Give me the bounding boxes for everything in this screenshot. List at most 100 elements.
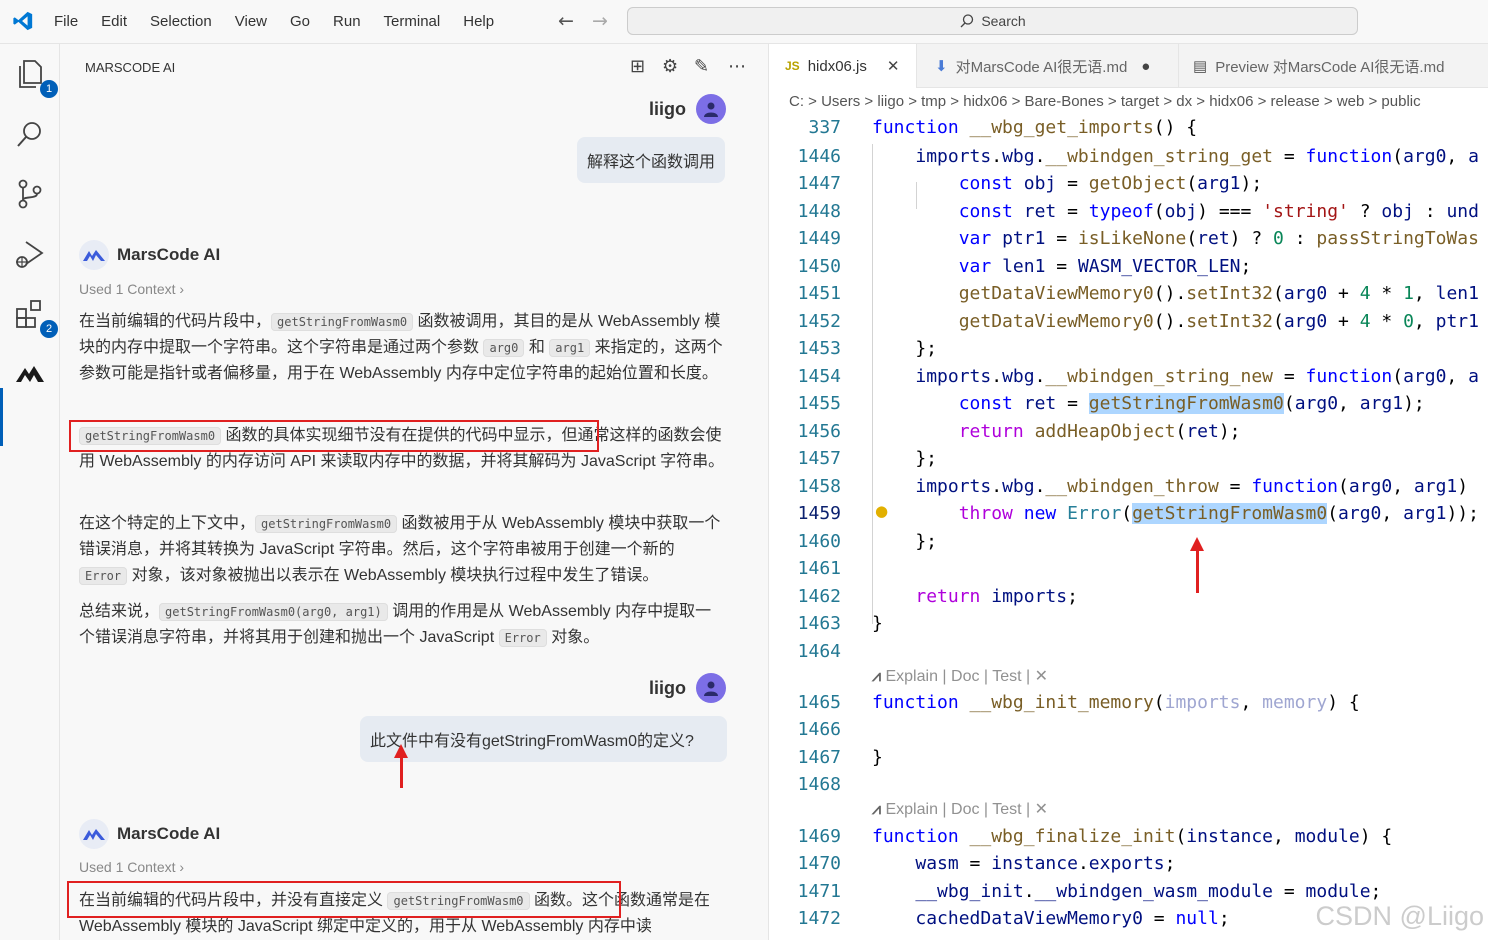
menu-bar: File Edit Selection View Go Run Terminal… bbox=[54, 13, 517, 30]
vscode-logo-icon[interactable] bbox=[12, 10, 34, 32]
code-line: 1470 wasm = instance.exports; bbox=[769, 850, 1488, 878]
code-line: 1449 var ptr1 = isLikeNone(ret) ? 0 : pa… bbox=[769, 225, 1488, 253]
inline-code: arg1 bbox=[549, 339, 591, 357]
code-line: 1447 const obj = getObject(arg1); bbox=[769, 170, 1488, 198]
highlight-box bbox=[67, 881, 621, 918]
tab-preview[interactable]: ▤ Preview 对MarsCode AI很无语.md bbox=[1179, 44, 1488, 88]
line-number: 1470 bbox=[797, 853, 841, 874]
panel-title: MARSCODE AI bbox=[85, 60, 176, 75]
person-icon bbox=[704, 681, 718, 696]
line-number: 1463 bbox=[797, 613, 841, 634]
extensions-badge: 2 bbox=[40, 320, 58, 338]
user-avatar bbox=[696, 94, 726, 124]
line-number: 1462 bbox=[797, 586, 841, 607]
text: 对象。 bbox=[551, 629, 600, 646]
menu-file[interactable]: File bbox=[54, 13, 78, 30]
line-number: 1458 bbox=[797, 476, 841, 497]
explorer-badge: 1 bbox=[40, 80, 58, 98]
line-number: 1461 bbox=[797, 558, 841, 579]
code-line: 1463} bbox=[769, 610, 1488, 638]
text: 在当前编辑的代码片段中， bbox=[79, 313, 272, 330]
code-line: 1469 function __wbg_finalize_init(instanc… bbox=[769, 823, 1488, 851]
menu-selection[interactable]: Selection bbox=[150, 13, 212, 30]
used-context-label: Used 1 Context bbox=[79, 859, 176, 875]
user-header: liigo bbox=[649, 94, 726, 124]
code-line: 1467} bbox=[769, 744, 1488, 772]
editor-tabs: JS hidx06.js ✕ ⬇ 对MarsCode AI很无语.md ● ▤ … bbox=[769, 44, 1488, 88]
line-number: 1454 bbox=[797, 366, 841, 387]
menu-view[interactable]: View bbox=[235, 13, 267, 30]
code-lens[interactable]: ⩘ Explain | Doc | Test | ✕ bbox=[872, 799, 1048, 819]
menu-go[interactable]: Go bbox=[290, 13, 310, 30]
ai-answer-paragraph: 在当前编辑的代码片段中， getStringFromWasm0 函数被调用，其目的… bbox=[79, 309, 727, 387]
search-icon bbox=[17, 122, 41, 147]
code-line: 1453 }; bbox=[769, 335, 1488, 363]
lightbulb-icon[interactable]: ● bbox=[875, 502, 888, 520]
ai-name: MarsCode AI bbox=[117, 245, 221, 264]
ai-answer-paragraph: 总结来说， getStringFromWasm0(arg0, arg1) 调用的作… bbox=[79, 599, 727, 651]
inline-code: getStringFromWasm0(arg0, arg1) bbox=[159, 603, 388, 621]
line-number: 1452 bbox=[797, 311, 841, 332]
tab-label: hidx06.js bbox=[807, 57, 867, 75]
code-line: 1448 const ret = typeof(obj) === 'string… bbox=[769, 198, 1488, 226]
code-line: 1466 bbox=[769, 716, 1488, 744]
line-number: 1472 bbox=[797, 908, 841, 929]
ai-name: MarsCode AI bbox=[117, 824, 221, 843]
marscode-icon: ⩘ bbox=[872, 801, 882, 818]
user-header: liigo bbox=[649, 673, 726, 703]
line-number: 1459 bbox=[797, 503, 841, 524]
ai-answer-paragraph: 在这个特定的上下文中， getStringFromWasm0 函数被用于从 Web… bbox=[79, 511, 727, 589]
more-icon[interactable]: ⋯ bbox=[728, 56, 746, 77]
search-view-button[interactable] bbox=[12, 116, 48, 152]
close-icon[interactable]: ✕ bbox=[887, 57, 900, 75]
code-lens[interactable]: ⩘ Explain | Doc | Test | ✕ bbox=[872, 666, 1048, 686]
code-line: 1457 }; bbox=[769, 445, 1488, 473]
line-number: 1455 bbox=[797, 393, 841, 414]
code-line: 1468 bbox=[769, 771, 1488, 799]
person-icon bbox=[704, 102, 718, 117]
preview-icon: ▤ bbox=[1193, 58, 1208, 75]
code-line: 337 function __wbg_get_imports() { bbox=[769, 114, 1488, 142]
tab-markdown[interactable]: ⬇ 对MarsCode AI很无语.md ● bbox=[917, 44, 1179, 88]
highlight-box bbox=[69, 420, 599, 452]
line-number: 1467 bbox=[797, 747, 841, 768]
unsaved-dot-icon[interactable]: ● bbox=[1141, 58, 1150, 75]
tab-hidx06-js[interactable]: JS hidx06.js ✕ bbox=[769, 44, 917, 88]
gear-icon[interactable]: ⚙ bbox=[662, 56, 678, 77]
code-lens-label: Explain | Doc | Test | ✕ bbox=[885, 801, 1049, 818]
menu-help[interactable]: Help bbox=[463, 13, 494, 30]
marscode-icon bbox=[16, 366, 44, 382]
code-line: 1460 }; bbox=[769, 528, 1488, 556]
text: 总结来说， bbox=[79, 603, 160, 620]
menu-run[interactable]: Run bbox=[333, 13, 361, 30]
marscode-logo-icon bbox=[79, 819, 109, 849]
inline-code: arg0 bbox=[483, 339, 525, 357]
code-line: 1456 return addHeapObject(ret); bbox=[769, 418, 1488, 446]
menu-terminal[interactable]: Terminal bbox=[384, 13, 441, 30]
code-line: 1464 bbox=[769, 638, 1488, 666]
source-control-button[interactable] bbox=[12, 176, 48, 212]
run-debug-button[interactable] bbox=[12, 236, 48, 272]
marscode-button[interactable] bbox=[12, 356, 48, 392]
back-arrow-icon[interactable]: ← bbox=[558, 10, 574, 32]
ai-header: MarsCode AI bbox=[79, 819, 220, 849]
command-center-search[interactable]: Search bbox=[627, 7, 1358, 35]
user-message: 解释这个函数调用 bbox=[577, 137, 726, 183]
marscode-chat-panel: MARSCODE AI ⊞ ⚙ ✎ ⋯ liigo 解释这个函数调用 MarsC… bbox=[60, 44, 768, 940]
markdown-file-icon: ⬇ bbox=[935, 58, 948, 75]
explorer-button[interactable]: 1 bbox=[12, 56, 58, 98]
feedback-icon[interactable]: ✎ bbox=[694, 56, 709, 77]
code-lens-label: Explain | Doc | Test | ✕ bbox=[885, 668, 1049, 685]
new-chat-icon[interactable]: ⊞ bbox=[630, 56, 645, 77]
breadcrumb[interactable]: C: > Users > liigo > tmp > hidx06 > Bare… bbox=[769, 88, 1488, 116]
code-line: 1461 bbox=[769, 555, 1488, 583]
user-message: 此文件中有没有getStringFromWasm0的定义? bbox=[360, 716, 727, 762]
used-context-link[interactable]: Used 1 Context › bbox=[79, 281, 184, 297]
forward-arrow-icon[interactable]: → bbox=[592, 10, 608, 32]
used-context-label: Used 1 Context bbox=[79, 281, 176, 297]
code-line: 1455 const ret = getStringFromWasm0(arg0… bbox=[769, 390, 1488, 418]
user-avatar bbox=[696, 673, 726, 703]
used-context-link[interactable]: Used 1 Context › bbox=[79, 859, 184, 875]
menu-edit[interactable]: Edit bbox=[101, 13, 127, 30]
extensions-button[interactable]: 2 bbox=[12, 296, 58, 338]
